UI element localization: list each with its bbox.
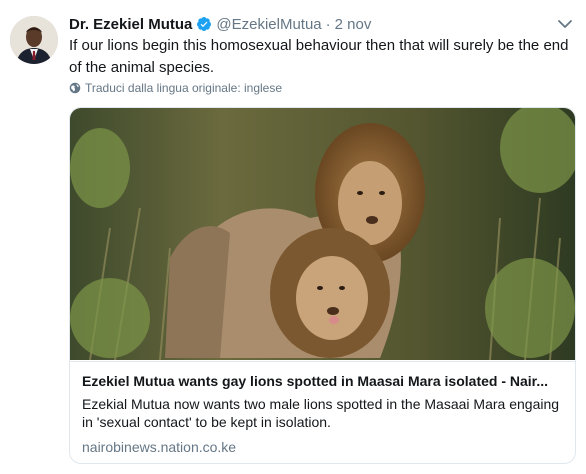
- lions-photo: [70, 108, 575, 360]
- card-domain: nairobinews.nation.co.ke: [82, 439, 237, 455]
- tweet-header: Dr. Ezekiel Mutua @EzekielMutua · 2 nov: [69, 13, 371, 35]
- separator: ·: [325, 15, 331, 33]
- card-description: Ezekial Mutua now wants two male lions s…: [82, 396, 560, 430]
- tweet-date[interactable]: 2 nov: [335, 16, 372, 33]
- chevron-down-icon[interactable]: [555, 16, 575, 32]
- verified-badge-icon: [197, 17, 212, 31]
- translate-label: Traduci dalla lingua originale: inglese: [85, 81, 283, 95]
- author-name[interactable]: Dr. Ezekiel Mutua: [69, 16, 192, 33]
- tweet-text: If our lions begin this homosexual behav…: [69, 37, 569, 76]
- tweet[interactable]: Dr. Ezekiel Mutua @EzekielMutua · 2 nov …: [0, 0, 586, 474]
- link-card[interactable]: Ezekiel Mutua wants gay lions spotted in…: [69, 107, 576, 464]
- translate-link[interactable]: Traduci dalla lingua originale: inglese: [69, 81, 282, 95]
- globe-icon: [69, 82, 81, 94]
- card-title: Ezekiel Mutua wants gay lions spotted in…: [82, 373, 549, 389]
- profile-photo: [10, 16, 58, 64]
- card-body: Ezekiel Mutua wants gay lions spotted in…: [70, 361, 575, 463]
- avatar[interactable]: [10, 16, 58, 64]
- author-handle[interactable]: @EzekielMutua: [216, 16, 321, 33]
